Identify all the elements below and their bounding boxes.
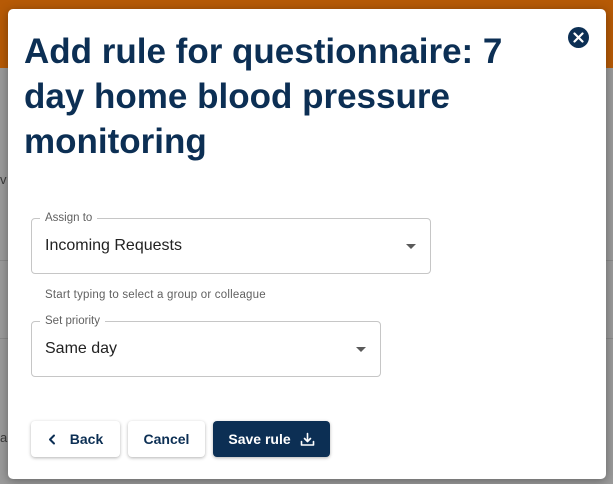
close-button[interactable] [568, 27, 589, 48]
download-icon [300, 432, 315, 447]
set-priority-label: Set priority [40, 314, 105, 328]
assign-to-select[interactable]: Assign to Incoming Requests [31, 211, 431, 274]
dialog-title: Add rule for questionnaire: 7 day home b… [24, 32, 503, 161]
set-priority-select[interactable]: Set priority Same day [31, 314, 381, 377]
assign-to-helper-text: Start typing to select a group or collea… [45, 289, 266, 301]
cancel-button-label: Cancel [143, 431, 190, 447]
save-rule-button[interactable]: Save rule [213, 421, 330, 457]
back-button-label: Back [69, 431, 104, 447]
caret-down-icon [356, 347, 366, 352]
close-circle-icon [573, 32, 584, 43]
chevron-left-icon [48, 434, 56, 445]
save-rule-button-label: Save rule [228, 431, 291, 447]
cancel-button[interactable]: Cancel [128, 421, 205, 457]
set-priority-value: Same day [45, 340, 118, 357]
assign-to-value: Incoming Requests [45, 237, 182, 254]
back-button[interactable]: Back [31, 421, 120, 457]
caret-down-icon [406, 244, 416, 249]
assign-to-label: Assign to [40, 211, 98, 225]
background-text-fragment: a [0, 430, 8, 445]
add-rule-dialog: Add rule for questionnaire: 7 day home b… [8, 9, 606, 479]
background-text-fragment: v [0, 172, 7, 187]
